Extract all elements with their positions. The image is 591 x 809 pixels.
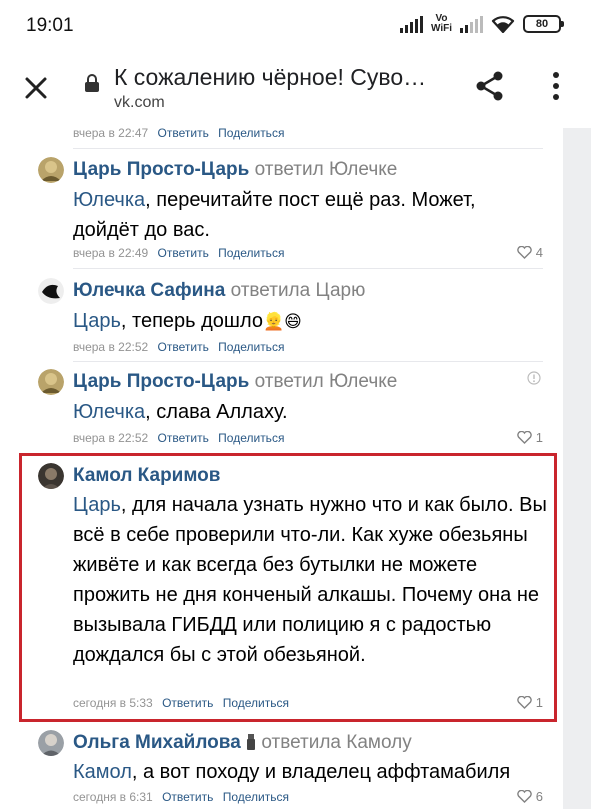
avatar[interactable]	[38, 463, 64, 489]
like-count: 6	[535, 789, 543, 804]
divider	[73, 361, 543, 362]
comment-item: Царь Просто-Царь ответил Юлечке Юлечка, …	[38, 369, 543, 449]
mention-link[interactable]: Юлечка	[73, 189, 145, 211]
comment-body: , слава Аллаху.	[145, 401, 288, 423]
heart-icon	[517, 431, 532, 444]
share-link[interactable]: Поделиться	[223, 696, 289, 710]
reply-link[interactable]: Ответить	[158, 246, 209, 260]
comment-meta: вчера в 22:52 Ответить Поделиться	[73, 340, 284, 354]
comment-reply-to[interactable]: ответил Юлечке	[255, 159, 398, 180]
like-count: 1	[535, 430, 543, 445]
divider	[73, 268, 543, 269]
reply-link[interactable]: Ответить	[158, 431, 209, 445]
comment-item: вчера в 22:47 Ответить Поделиться	[38, 128, 543, 144]
status-icons: Vo WiFi 80	[399, 14, 564, 34]
comment-header: Царь Просто-Царь ответил Юлечке	[73, 159, 397, 181]
comment-time[interactable]: сегодня в 5:33	[73, 696, 153, 710]
wifi-icon	[491, 16, 515, 33]
lock-icon	[85, 74, 99, 92]
emoji-icons: 👱😄	[263, 312, 302, 331]
reply-link[interactable]: Ответить	[162, 696, 213, 710]
comment-header: Ольга Михайлова ответила Камолу	[73, 732, 412, 754]
page-title[interactable]: К сожалению чёрное! Суво…	[114, 64, 444, 91]
reply-link[interactable]: Ответить	[158, 340, 209, 354]
scrollbar-track[interactable]	[563, 128, 591, 809]
comment-reply-to[interactable]: ответила Царю	[231, 280, 366, 301]
status-time: 19:01	[26, 15, 74, 36]
comment-time[interactable]: вчера в 22:47	[73, 128, 148, 140]
share-link[interactable]: Поделиться	[218, 340, 284, 354]
comment-meta: вчера в 22:49 Ответить Поделиться	[73, 246, 284, 260]
page-url[interactable]: vk.com	[114, 94, 165, 112]
comment-author[interactable]: Камол Каримов	[73, 465, 220, 486]
divider	[73, 148, 543, 149]
mention-link[interactable]: Камол	[73, 761, 132, 783]
heart-icon	[517, 696, 532, 709]
share-link[interactable]: Поделиться	[218, 431, 284, 445]
browser-toolbar: К сожалению чёрное! Суво… vk.com	[0, 52, 591, 128]
comment-item: Камол Каримов Царь, для начала узнать ну…	[38, 463, 547, 713]
report-icon[interactable]	[527, 371, 541, 385]
more-icon[interactable]	[548, 70, 564, 102]
comment-reply-to[interactable]: ответил Юлечке	[255, 371, 398, 392]
comment-item: Царь Просто-Царь ответил Юлечке Юлечка, …	[38, 157, 543, 260]
comment-author[interactable]: Царь Просто-Царь	[73, 371, 249, 392]
mention-link[interactable]: Царь	[73, 494, 121, 516]
reply-link[interactable]: Ответить	[162, 790, 213, 804]
avatar[interactable]	[38, 369, 64, 395]
like-button[interactable]: 4	[517, 245, 543, 260]
avatar[interactable]	[38, 157, 64, 183]
comment-meta: вчера в 22:52 Ответить Поделиться	[73, 431, 284, 445]
battery-icon: 80	[523, 15, 564, 33]
avatar[interactable]	[38, 278, 64, 304]
comment-time[interactable]: вчера в 22:49	[73, 246, 148, 260]
flashlight-icon	[247, 734, 256, 750]
status-bar: 19:01 Vo WiFi 80	[0, 0, 591, 52]
share-link[interactable]: Поделиться	[218, 128, 284, 140]
comment-body: , а вот походу и владелец аффтамабиля	[131, 761, 511, 783]
comment-item: Ольга Михайлова ответила Камолу Камол, а…	[38, 730, 543, 809]
comment-text: Камол, а вот походу и владелец аффтамаби…	[73, 757, 551, 787]
mention-link[interactable]: Юлечка	[73, 401, 145, 423]
comment-header: Царь Просто-Царь ответил Юлечке	[73, 371, 397, 393]
comment-author[interactable]: Ольга Михайлова	[73, 732, 241, 753]
mention-link[interactable]: Царь	[73, 310, 121, 332]
signal-secondary-icon	[460, 15, 483, 33]
vowifi-line2: WiFi	[430, 23, 452, 34]
comment-time[interactable]: вчера в 22:52	[73, 340, 148, 354]
like-button[interactable]: 1	[517, 430, 543, 445]
close-icon[interactable]	[18, 70, 54, 106]
heart-icon	[517, 790, 532, 803]
comment-body: , для начала узнать нужно что и как было…	[73, 494, 547, 666]
share-icon[interactable]	[474, 70, 506, 102]
reply-link[interactable]: Ответить	[158, 128, 209, 140]
comment-header: Юлечка Сафина ответила Царю	[73, 280, 365, 302]
avatar[interactable]	[38, 730, 64, 756]
comments-feed: вчера в 22:47 Ответить Поделиться Царь П…	[0, 128, 591, 809]
vowifi-icon: Vo WiFi	[431, 14, 452, 34]
comment-item: Юлечка Сафина ответила Царю Царь, теперь…	[38, 278, 543, 358]
like-button[interactable]: 1	[517, 695, 543, 710]
heart-icon	[517, 246, 532, 259]
like-count: 4	[535, 245, 543, 260]
share-link[interactable]: Поделиться	[223, 790, 289, 804]
comment-meta: вчера в 22:47 Ответить Поделиться	[73, 128, 284, 140]
share-link[interactable]: Поделиться	[218, 246, 284, 260]
like-button[interactable]: 6	[517, 789, 543, 804]
comment-meta: сегодня в 5:33 Ответить Поделиться	[73, 696, 289, 710]
comment-meta: сегодня в 6:31 Ответить Поделиться	[73, 790, 289, 804]
comment-text: Царь, теперь дошло👱😄	[73, 306, 513, 337]
comment-time[interactable]: сегодня в 6:31	[73, 790, 153, 804]
comment-text: Царь, для начала узнать нужно что и как …	[73, 490, 551, 670]
comment-author[interactable]: Царь Просто-Царь	[73, 159, 249, 180]
comment-author[interactable]: Юлечка Сафина	[73, 280, 225, 301]
comment-body: , теперь дошло	[120, 310, 263, 332]
comment-text: Юлечка, перечитайте пост ещё раз. Может,…	[73, 185, 513, 245]
comment-time[interactable]: вчера в 22:52	[73, 431, 148, 445]
comment-reply-to[interactable]: ответила Камолу	[261, 732, 411, 753]
comment-header: Камол Каримов	[73, 465, 220, 487]
comment-text: Юлечка, слава Аллаху.	[73, 397, 513, 427]
signal-icon	[399, 15, 423, 33]
like-count: 1	[535, 695, 543, 710]
